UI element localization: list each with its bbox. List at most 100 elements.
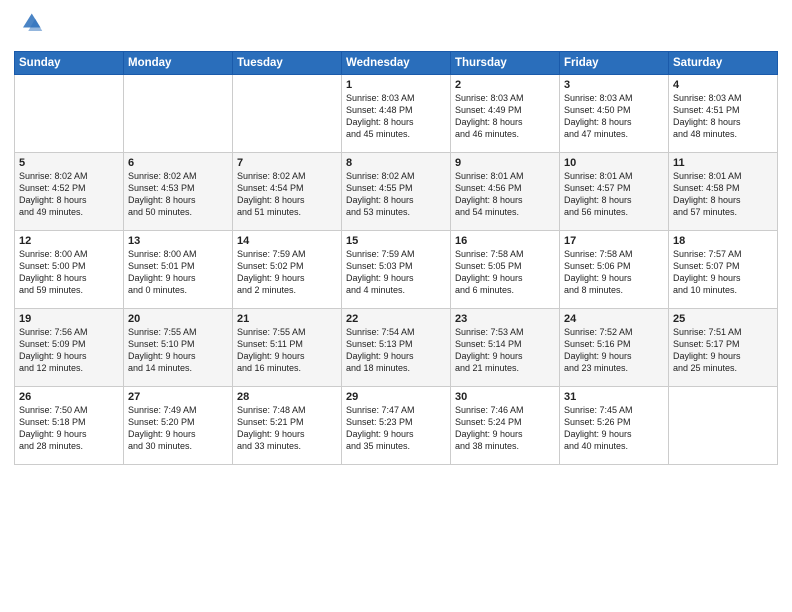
calendar-cell: 31Sunrise: 7:45 AM Sunset: 5:26 PM Dayli… <box>560 387 669 465</box>
weekday-header: Sunday <box>15 52 124 75</box>
weekday-header: Wednesday <box>342 52 451 75</box>
day-info: Sunrise: 8:01 AM Sunset: 4:56 PM Dayligh… <box>455 170 555 219</box>
day-number: 2 <box>455 79 555 91</box>
day-info: Sunrise: 7:53 AM Sunset: 5:14 PM Dayligh… <box>455 326 555 375</box>
calendar-week: 5Sunrise: 8:02 AM Sunset: 4:52 PM Daylig… <box>15 153 778 231</box>
calendar-cell: 28Sunrise: 7:48 AM Sunset: 5:21 PM Dayli… <box>233 387 342 465</box>
day-info: Sunrise: 8:02 AM Sunset: 4:54 PM Dayligh… <box>237 170 337 219</box>
weekday-header: Monday <box>124 52 233 75</box>
weekday-header: Friday <box>560 52 669 75</box>
calendar-week: 1Sunrise: 8:03 AM Sunset: 4:48 PM Daylig… <box>15 75 778 153</box>
day-number: 28 <box>237 391 337 403</box>
day-number: 21 <box>237 313 337 325</box>
day-number: 26 <box>19 391 119 403</box>
day-info: Sunrise: 7:57 AM Sunset: 5:07 PM Dayligh… <box>673 248 773 297</box>
calendar-cell: 19Sunrise: 7:56 AM Sunset: 5:09 PM Dayli… <box>15 309 124 387</box>
calendar-cell: 9Sunrise: 8:01 AM Sunset: 4:56 PM Daylig… <box>451 153 560 231</box>
day-number: 20 <box>128 313 228 325</box>
day-number: 31 <box>564 391 664 403</box>
calendar-cell: 27Sunrise: 7:49 AM Sunset: 5:20 PM Dayli… <box>124 387 233 465</box>
day-info: Sunrise: 7:58 AM Sunset: 5:06 PM Dayligh… <box>564 248 664 297</box>
calendar-week: 26Sunrise: 7:50 AM Sunset: 5:18 PM Dayli… <box>15 387 778 465</box>
calendar-cell: 11Sunrise: 8:01 AM Sunset: 4:58 PM Dayli… <box>669 153 778 231</box>
day-info: Sunrise: 7:48 AM Sunset: 5:21 PM Dayligh… <box>237 404 337 453</box>
calendar-week: 12Sunrise: 8:00 AM Sunset: 5:00 PM Dayli… <box>15 231 778 309</box>
calendar-cell: 26Sunrise: 7:50 AM Sunset: 5:18 PM Dayli… <box>15 387 124 465</box>
calendar-cell: 24Sunrise: 7:52 AM Sunset: 5:16 PM Dayli… <box>560 309 669 387</box>
calendar-cell: 15Sunrise: 7:59 AM Sunset: 5:03 PM Dayli… <box>342 231 451 309</box>
day-info: Sunrise: 7:56 AM Sunset: 5:09 PM Dayligh… <box>19 326 119 375</box>
day-number: 14 <box>237 235 337 247</box>
calendar-cell: 30Sunrise: 7:46 AM Sunset: 5:24 PM Dayli… <box>451 387 560 465</box>
calendar-header: SundayMondayTuesdayWednesdayThursdayFrid… <box>15 52 778 75</box>
day-number: 10 <box>564 157 664 169</box>
day-info: Sunrise: 7:51 AM Sunset: 5:17 PM Dayligh… <box>673 326 773 375</box>
day-info: Sunrise: 7:59 AM Sunset: 5:02 PM Dayligh… <box>237 248 337 297</box>
day-number: 11 <box>673 157 773 169</box>
day-number: 18 <box>673 235 773 247</box>
day-info: Sunrise: 7:58 AM Sunset: 5:05 PM Dayligh… <box>455 248 555 297</box>
day-info: Sunrise: 7:55 AM Sunset: 5:10 PM Dayligh… <box>128 326 228 375</box>
header <box>14 10 778 43</box>
calendar-cell: 16Sunrise: 7:58 AM Sunset: 5:05 PM Dayli… <box>451 231 560 309</box>
day-number: 16 <box>455 235 555 247</box>
day-number: 3 <box>564 79 664 91</box>
calendar-cell: 12Sunrise: 8:00 AM Sunset: 5:00 PM Dayli… <box>15 231 124 309</box>
logo <box>14 10 44 43</box>
day-info: Sunrise: 7:45 AM Sunset: 5:26 PM Dayligh… <box>564 404 664 453</box>
calendar-cell: 10Sunrise: 8:01 AM Sunset: 4:57 PM Dayli… <box>560 153 669 231</box>
day-number: 17 <box>564 235 664 247</box>
day-info: Sunrise: 8:00 AM Sunset: 5:00 PM Dayligh… <box>19 248 119 297</box>
day-info: Sunrise: 8:02 AM Sunset: 4:53 PM Dayligh… <box>128 170 228 219</box>
calendar-cell: 5Sunrise: 8:02 AM Sunset: 4:52 PM Daylig… <box>15 153 124 231</box>
day-number: 5 <box>19 157 119 169</box>
day-info: Sunrise: 8:03 AM Sunset: 4:50 PM Dayligh… <box>564 92 664 141</box>
calendar-cell: 1Sunrise: 8:03 AM Sunset: 4:48 PM Daylig… <box>342 75 451 153</box>
weekday-header: Thursday <box>451 52 560 75</box>
day-info: Sunrise: 7:50 AM Sunset: 5:18 PM Dayligh… <box>19 404 119 453</box>
page-container: SundayMondayTuesdayWednesdayThursdayFrid… <box>0 0 792 473</box>
calendar-cell: 4Sunrise: 8:03 AM Sunset: 4:51 PM Daylig… <box>669 75 778 153</box>
calendar-table: SundayMondayTuesdayWednesdayThursdayFrid… <box>14 51 778 465</box>
day-number: 22 <box>346 313 446 325</box>
calendar-cell: 13Sunrise: 8:00 AM Sunset: 5:01 PM Dayli… <box>124 231 233 309</box>
day-number: 13 <box>128 235 228 247</box>
calendar-cell: 17Sunrise: 7:58 AM Sunset: 5:06 PM Dayli… <box>560 231 669 309</box>
calendar-cell: 7Sunrise: 8:02 AM Sunset: 4:54 PM Daylig… <box>233 153 342 231</box>
calendar-cell: 14Sunrise: 7:59 AM Sunset: 5:02 PM Dayli… <box>233 231 342 309</box>
calendar-cell <box>124 75 233 153</box>
day-number: 6 <box>128 157 228 169</box>
day-number: 9 <box>455 157 555 169</box>
day-number: 25 <box>673 313 773 325</box>
calendar-cell <box>669 387 778 465</box>
day-info: Sunrise: 7:59 AM Sunset: 5:03 PM Dayligh… <box>346 248 446 297</box>
day-info: Sunrise: 8:03 AM Sunset: 4:48 PM Dayligh… <box>346 92 446 141</box>
calendar-cell: 21Sunrise: 7:55 AM Sunset: 5:11 PM Dayli… <box>233 309 342 387</box>
day-number: 4 <box>673 79 773 91</box>
calendar-cell: 20Sunrise: 7:55 AM Sunset: 5:10 PM Dayli… <box>124 309 233 387</box>
day-number: 27 <box>128 391 228 403</box>
day-number: 1 <box>346 79 446 91</box>
calendar-cell: 6Sunrise: 8:02 AM Sunset: 4:53 PM Daylig… <box>124 153 233 231</box>
calendar-cell: 3Sunrise: 8:03 AM Sunset: 4:50 PM Daylig… <box>560 75 669 153</box>
day-info: Sunrise: 7:55 AM Sunset: 5:11 PM Dayligh… <box>237 326 337 375</box>
day-info: Sunrise: 8:03 AM Sunset: 4:51 PM Dayligh… <box>673 92 773 141</box>
day-info: Sunrise: 8:03 AM Sunset: 4:49 PM Dayligh… <box>455 92 555 141</box>
day-info: Sunrise: 8:02 AM Sunset: 4:55 PM Dayligh… <box>346 170 446 219</box>
day-number: 7 <box>237 157 337 169</box>
day-info: Sunrise: 8:00 AM Sunset: 5:01 PM Dayligh… <box>128 248 228 297</box>
day-info: Sunrise: 7:52 AM Sunset: 5:16 PM Dayligh… <box>564 326 664 375</box>
day-number: 12 <box>19 235 119 247</box>
calendar-cell: 8Sunrise: 8:02 AM Sunset: 4:55 PM Daylig… <box>342 153 451 231</box>
calendar-cell: 2Sunrise: 8:03 AM Sunset: 4:49 PM Daylig… <box>451 75 560 153</box>
calendar-body: 1Sunrise: 8:03 AM Sunset: 4:48 PM Daylig… <box>15 75 778 465</box>
day-number: 15 <box>346 235 446 247</box>
weekday-header: Tuesday <box>233 52 342 75</box>
calendar-cell: 29Sunrise: 7:47 AM Sunset: 5:23 PM Dayli… <box>342 387 451 465</box>
calendar-cell <box>15 75 124 153</box>
weekday-header: Saturday <box>669 52 778 75</box>
calendar-cell <box>233 75 342 153</box>
logo-icon <box>16 10 44 38</box>
day-info: Sunrise: 8:01 AM Sunset: 4:57 PM Dayligh… <box>564 170 664 219</box>
day-number: 23 <box>455 313 555 325</box>
